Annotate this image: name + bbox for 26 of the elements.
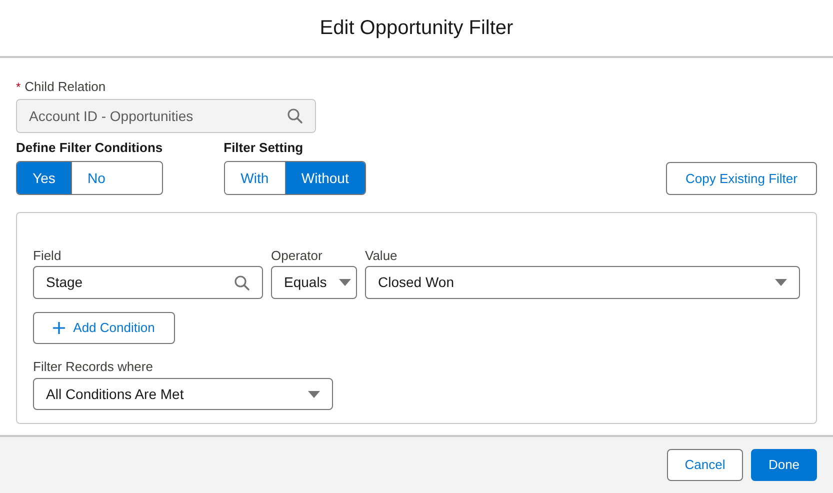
required-asterisk: * [16,79,21,96]
select-dropdown[interactable]: Equals [271,266,357,299]
search-icon [234,274,250,290]
plus-icon [53,322,66,334]
caret-icon [308,390,320,398]
input-field[interactable]: Account ID - Opportunities [16,99,316,133]
select-dropdown[interactable]: Closed Won [365,266,800,299]
field-label: Child Relation [24,78,106,96]
toggle-button[interactable]: Without [284,162,365,194]
add-condition-button[interactable]: Add Condition [33,312,175,344]
caret-icon [339,279,351,286]
field-label: Value [365,247,398,262]
copy-filter-button[interactable]: Copy Existing Filter [666,162,817,195]
input-field[interactable]: Stage [33,266,263,299]
select-dropdown[interactable]: All Conditions Are Met [33,378,333,410]
search-icon [287,108,303,124]
done-button[interactable]: Done [751,449,817,481]
field-label: Field [33,247,62,262]
field-label: Filter Records where [33,358,154,373]
dialog-title: Edit Opportunity Filter [320,16,514,41]
field-label: Operator [271,247,324,262]
group-label: Define Filter Conditions [16,139,163,155]
group-label: Filter Setting [224,139,304,155]
caret-icon [775,279,787,286]
toggle-button[interactable]: Yes [17,162,71,194]
cancel-button[interactable]: Cancel [667,449,743,481]
